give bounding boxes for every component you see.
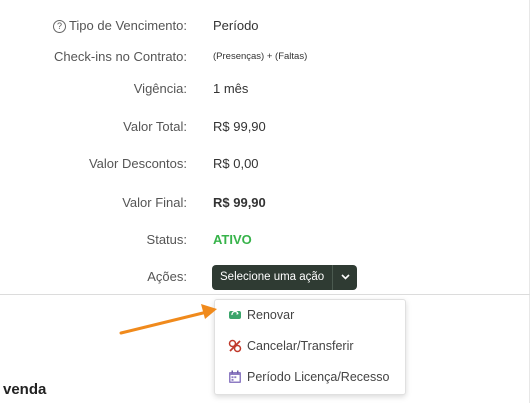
tipo-vencimento-value: Período [213,18,259,33]
row-status: Status: ATIVO [0,228,530,252]
chevron-down-icon [341,274,350,280]
help-icon[interactable]: ? [52,20,66,33]
renew-icon [229,310,241,319]
menu-item-renovar[interactable]: Renovar [215,300,405,330]
action-select-group: Selecione uma ação [212,265,358,290]
action-dropdown-menu: Renovar Cancelar/Transferir Período Lice… [214,299,406,395]
tipo-vencimento-label-wrap: ? Tipo de Vencimento: [52,14,187,38]
valor-final-value: R$ 99,90 [213,195,266,210]
valor-final-label: Valor Final: [122,195,187,210]
menu-item-label: Período Licença/Recesso [247,370,390,384]
valor-descontos-label: Valor Descontos: [88,156,187,171]
vigencia-value: 1 mês [213,81,249,96]
status-label: Status: [146,232,187,247]
action-select-button[interactable]: Selecione uma ação [212,265,333,290]
cancel-icon [228,339,242,353]
action-dropdown-toggle[interactable] [332,265,358,290]
valor-total-label: Valor Total: [123,119,187,134]
row-valor-total: Valor Total: R$ 99,90 [0,115,530,139]
row-checkins: Check-ins no Contrato: (Presenças) + (Fa… [0,45,530,69]
section-title: venda [3,381,47,398]
menu-item-label: Renovar [247,308,295,322]
row-valor-final: Valor Final: R$ 99,90 [0,191,530,215]
checkins-label: Check-ins no Contrato: [54,49,187,64]
menu-item-label: Cancelar/Transferir [247,339,354,353]
menu-item-periodo-licenca[interactable]: Período Licença/Recesso [215,362,405,392]
calendar-icon [229,370,241,383]
checkins-value: (Presenças) + (Faltas) [213,51,308,62]
menu-item-cancelar[interactable]: Cancelar/Transferir [215,331,405,361]
row-valor-descontos: Valor Descontos: R$ 0,00 [0,152,530,176]
tipo-vencimento-label: Tipo de Vencimento: [68,18,187,33]
valor-total-value: R$ 99,90 [213,119,266,134]
row-tipo-vencimento: ? Tipo de Vencimento: Período [0,14,530,38]
acoes-label: Ações: [147,269,187,284]
row-vigencia: Vigência: 1 mês [0,77,530,101]
vigencia-label: Vigência: [133,81,187,96]
section-divider [0,294,530,295]
valor-descontos-value: R$ 0,00 [213,156,259,171]
annotation-arrow [119,304,217,335]
status-badge: ATIVO [213,232,252,247]
